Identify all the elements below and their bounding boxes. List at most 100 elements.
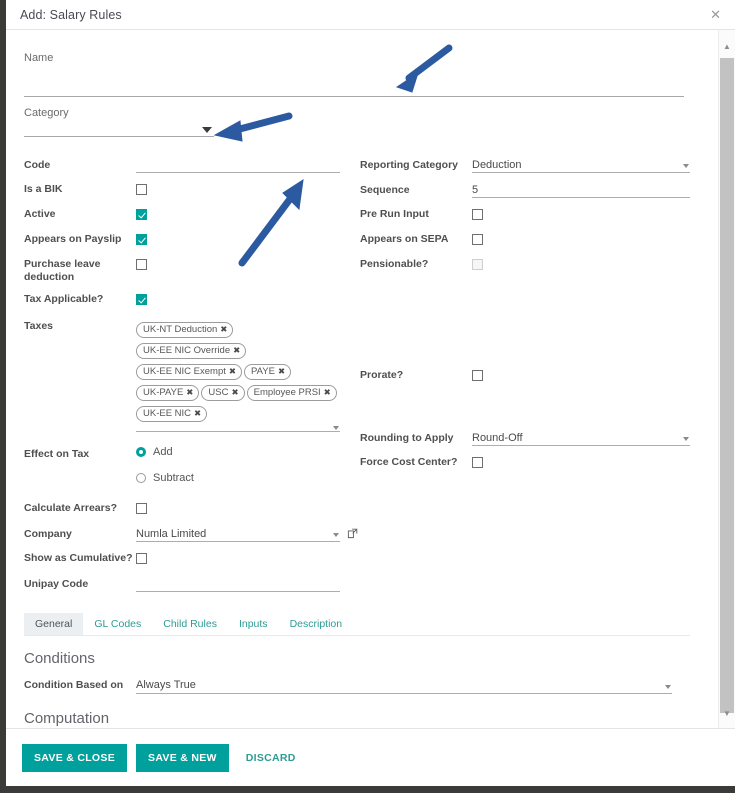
vertical-scrollbar[interactable]: ▲ ▼ bbox=[718, 30, 735, 728]
force-cost-center-checkbox[interactable] bbox=[472, 457, 483, 468]
condition-based-on-input[interactable]: Always True bbox=[136, 677, 672, 694]
dialog-title: Add: Salary Rules bbox=[20, 7, 122, 22]
row-tax-applicable: Tax Applicable? bbox=[24, 289, 340, 310]
chevron-down-icon[interactable] bbox=[333, 426, 339, 430]
chevron-down-icon[interactable] bbox=[202, 127, 212, 133]
rounding-to-apply-value: Round-Off bbox=[472, 431, 523, 444]
tax-tag[interactable]: PAYE ✖ bbox=[244, 364, 292, 380]
add-salary-rules-dialog: Add: Salary Rules ✕ Name Category Code I… bbox=[6, 0, 735, 786]
row-pre-run-input: Pre Run Input bbox=[360, 204, 690, 225]
reporting-category-select[interactable]: Deduction bbox=[472, 157, 690, 173]
company-label: Company bbox=[24, 528, 72, 540]
sequence-input[interactable]: 5 bbox=[472, 182, 690, 198]
row-rounding-to-apply: Rounding to Apply Round-Off bbox=[360, 428, 690, 447]
tab-gl-codes[interactable]: GL Codes bbox=[83, 613, 152, 635]
remove-tag-icon[interactable]: ✖ bbox=[278, 366, 285, 376]
radio-add-icon[interactable] bbox=[136, 447, 146, 457]
tab-description[interactable]: Description bbox=[279, 613, 354, 635]
tax-tag-label: UK-EE NIC bbox=[143, 408, 192, 419]
tax-tag[interactable]: UK-EE NIC ✖ bbox=[136, 406, 208, 422]
remove-tag-icon[interactable]: ✖ bbox=[220, 324, 227, 334]
save-and-close-button[interactable]: SAVE & CLOSE bbox=[22, 743, 128, 772]
scrollbar-thumb[interactable] bbox=[720, 58, 734, 713]
name-input[interactable] bbox=[24, 96, 684, 97]
sections-container: Conditions Condition Based on Always True C… bbox=[18, 650, 690, 728]
effect-on-tax-option-subtract[interactable]: Subtract bbox=[136, 472, 340, 484]
pre-run-input-checkbox[interactable] bbox=[472, 209, 483, 220]
remove-tag-icon[interactable]: ✖ bbox=[186, 387, 193, 397]
close-icon[interactable]: ✕ bbox=[710, 8, 721, 21]
discard-button[interactable]: DISCARD bbox=[246, 752, 296, 764]
company-value: Numla Limited bbox=[136, 527, 207, 540]
remove-tag-icon[interactable]: ✖ bbox=[231, 387, 238, 397]
rounding-to-apply-select[interactable]: Round-Off bbox=[472, 430, 690, 446]
form-columns: Code Is a BIK Active Appears on Payslip … bbox=[18, 155, 690, 593]
tax-tag-label: Employee PRSI bbox=[253, 387, 321, 398]
effect-on-tax-label: Effect on Tax bbox=[24, 448, 90, 460]
appears-on-payslip-checkbox[interactable] bbox=[136, 234, 147, 245]
reporting-category-label: Reporting Category bbox=[360, 159, 459, 171]
row-active: Active bbox=[24, 204, 340, 225]
chevron-down-icon[interactable] bbox=[683, 164, 689, 168]
tax-tag[interactable]: UK-PAYE ✖ bbox=[136, 385, 200, 401]
is-a-bik-label: Is a BIK bbox=[24, 183, 63, 195]
unipay-code-input[interactable] bbox=[136, 576, 340, 592]
tax-tag-label: PAYE bbox=[251, 366, 275, 377]
tax-tag[interactable]: Employee PRSI ✖ bbox=[246, 385, 337, 401]
row-prorate: Prorate? bbox=[360, 365, 690, 386]
save-and-new-button[interactable]: SAVE & NEW bbox=[136, 743, 229, 772]
active-label: Active bbox=[24, 208, 56, 220]
reporting-category-value: Deduction bbox=[472, 158, 522, 171]
row-force-cost-center: Force Cost Center? bbox=[360, 452, 690, 473]
row-appears-on-payslip: Appears on Payslip bbox=[24, 229, 340, 250]
row-unipay-code: Unipay Code bbox=[24, 574, 340, 593]
scroll-up-arrow-icon[interactable]: ▲ bbox=[719, 38, 735, 55]
category-select[interactable] bbox=[24, 136, 214, 137]
tax-applicable-checkbox[interactable] bbox=[136, 294, 147, 305]
is-a-bik-checkbox[interactable] bbox=[136, 184, 147, 195]
row-reporting-category: Reporting Category Deduction bbox=[360, 155, 690, 174]
appears-on-sepa-checkbox[interactable] bbox=[472, 234, 483, 245]
row-show-as-cumulative: Show as Cumulative? bbox=[24, 548, 340, 569]
section-title-computation: Computation bbox=[24, 710, 110, 727]
chevron-down-icon[interactable] bbox=[683, 437, 689, 441]
code-label: Code bbox=[24, 159, 51, 171]
pensionable-checkbox bbox=[472, 259, 483, 270]
tax-tag[interactable]: USC ✖ bbox=[201, 385, 245, 401]
company-select[interactable]: Numla Limited bbox=[136, 526, 340, 542]
tax-tag[interactable]: UK-EE NIC Override ✖ bbox=[136, 343, 247, 359]
prorate-checkbox[interactable] bbox=[472, 370, 483, 381]
condition-based-on-label: Condition Based on bbox=[24, 679, 124, 691]
appears-on-sepa-label: Appears on SEPA bbox=[360, 233, 449, 245]
taxes-input-underline[interactable] bbox=[136, 426, 340, 432]
tax-tag[interactable]: UK-EE NIC Exempt ✖ bbox=[136, 364, 243, 380]
calculate-arrears-checkbox[interactable] bbox=[136, 503, 147, 514]
tax-tag[interactable]: UK-NT Deduction ✖ bbox=[136, 322, 234, 338]
row-sequence: Sequence 5 bbox=[360, 180, 690, 199]
pensionable-label: Pensionable? bbox=[360, 258, 429, 270]
remove-tag-icon[interactable]: ✖ bbox=[233, 345, 240, 355]
tab-general[interactable]: General bbox=[24, 613, 84, 635]
open-company-external-link-icon[interactable] bbox=[347, 526, 358, 539]
force-cost-center-label: Force Cost Center? bbox=[360, 456, 458, 468]
prorate-label: Prorate? bbox=[360, 369, 404, 381]
chevron-down-icon[interactable] bbox=[333, 533, 339, 537]
remove-tag-icon[interactable]: ✖ bbox=[229, 366, 236, 376]
taxes-tag-list[interactable]: UK-NT Deduction ✖ UK-EE NIC Override ✖ UK-EE… bbox=[136, 318, 340, 424]
radio-subtract-icon[interactable] bbox=[136, 473, 146, 483]
remove-tag-icon[interactable]: ✖ bbox=[194, 408, 201, 418]
tax-tag-label: UK-EE NIC Exempt bbox=[143, 366, 226, 377]
active-checkbox[interactable] bbox=[136, 209, 147, 220]
effect-on-tax-option-add[interactable]: Add bbox=[136, 446, 340, 458]
purchase-leave-deduction-checkbox[interactable] bbox=[136, 259, 147, 270]
scroll-down-arrow-icon[interactable]: ▼ bbox=[719, 705, 735, 722]
tab-inputs[interactable]: Inputs bbox=[228, 613, 279, 635]
chevron-down-icon[interactable] bbox=[665, 685, 671, 689]
rounding-to-apply-label: Rounding to Apply bbox=[360, 432, 454, 444]
code-input[interactable] bbox=[136, 157, 340, 173]
tax-tag-label: USC bbox=[208, 387, 229, 398]
show-as-cumulative-checkbox[interactable] bbox=[136, 553, 147, 564]
tab-child-rules[interactable]: Child Rules bbox=[152, 613, 228, 635]
remove-tag-icon[interactable]: ✖ bbox=[324, 387, 331, 397]
row-purchase-leave-deduction: Purchase leave deduction bbox=[24, 254, 340, 288]
